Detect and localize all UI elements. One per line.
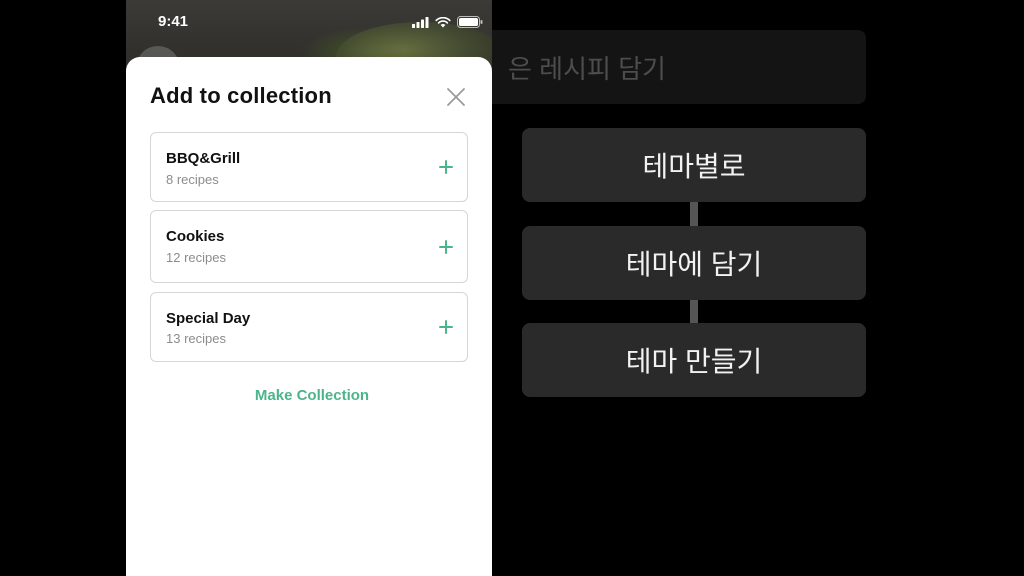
plus-icon[interactable] xyxy=(439,320,453,334)
status-bar: 9:41 xyxy=(126,0,492,44)
flow-step-theme: 테마별로 xyxy=(522,128,866,202)
status-time: 9:41 xyxy=(158,13,189,30)
stage: 은 레시피 담기 테마별로 테마에 담기 테마 만들기 9:41 Add to … xyxy=(0,0,1024,576)
sheet-title: Add to collection xyxy=(150,83,332,108)
collection-name: Cookies xyxy=(166,228,225,245)
flow-partial-box: 은 레시피 담기 xyxy=(470,30,866,104)
collection-name: BBQ&Grill xyxy=(166,150,241,167)
close-button[interactable] xyxy=(444,85,468,109)
close-icon xyxy=(447,88,465,106)
flow-partial-label: 은 레시피 담기 xyxy=(508,53,666,84)
flow-connector xyxy=(690,202,698,226)
collection-recipe-count: 8 recipes xyxy=(166,172,219,187)
flow-step-make-theme: 테마 만들기 xyxy=(522,323,866,397)
flow-step-add-to-theme: 테마에 담기 xyxy=(522,226,866,300)
flow-connector xyxy=(690,300,698,323)
flow-step-label: 테마 만들기 xyxy=(625,346,763,377)
flow-step-label: 테마에 담기 xyxy=(625,249,763,280)
wifi-icon xyxy=(435,16,451,27)
collection-card-special-day[interactable]: Special Day 13 recipes xyxy=(150,292,468,362)
collection-recipe-count: 12 recipes xyxy=(166,250,226,265)
make-collection-button[interactable]: Make Collection xyxy=(126,387,492,404)
collection-recipe-count: 13 recipes xyxy=(166,331,226,346)
add-to-collection-sheet: Add to collection BBQ&Grill 8 recipes Co… xyxy=(126,57,492,576)
cellular-signal-icon xyxy=(412,16,429,28)
status-icons xyxy=(412,16,483,28)
collection-card-bbq-grill[interactable]: BBQ&Grill 8 recipes xyxy=(150,132,468,202)
phone-screen: 9:41 Add to collection BBQ&Grill 8 recip… xyxy=(126,0,492,576)
battery-icon xyxy=(457,16,483,28)
plus-icon[interactable] xyxy=(439,239,453,254)
collection-card-cookies[interactable]: Cookies 12 recipes xyxy=(150,210,468,283)
collection-name: Special Day xyxy=(166,310,251,327)
plus-icon[interactable] xyxy=(439,160,453,174)
flow-step-label: 테마별로 xyxy=(642,151,746,182)
